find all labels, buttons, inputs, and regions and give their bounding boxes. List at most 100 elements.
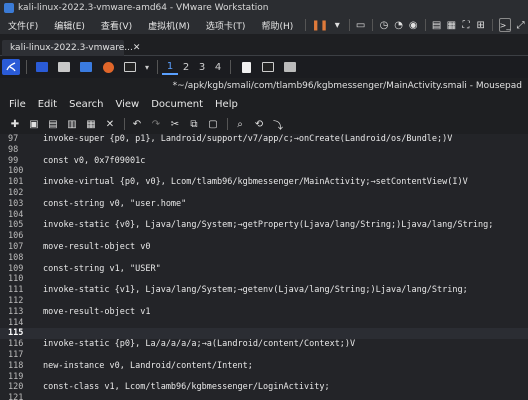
menu-help[interactable]: Help	[209, 99, 244, 110]
close-icon[interactable]: ✕	[133, 43, 141, 53]
menu-search[interactable]: Search	[63, 99, 109, 110]
code-line[interactable]: 104	[0, 210, 528, 221]
search-icon[interactable]: ⌕	[233, 117, 247, 131]
editor-text-area[interactable]: 97 invoke-super {p0, p1}, Landroid/suppor…	[0, 134, 528, 400]
workspace-1[interactable]: 1	[162, 59, 178, 75]
menu-edit[interactable]: 编辑(E)	[46, 19, 93, 32]
workspace-3[interactable]: 3	[194, 59, 210, 75]
line-number: 115	[8, 328, 24, 339]
dropdown-icon[interactable]: ▾	[332, 18, 343, 32]
paste-icon[interactable]: ▢	[206, 117, 220, 131]
menu-file[interactable]: File	[0, 99, 32, 110]
code-line[interactable]: 115	[0, 328, 528, 340]
redo-icon[interactable]: ↷	[149, 117, 163, 131]
code-line[interactable]: 106	[0, 231, 528, 242]
line-number: 118	[8, 360, 24, 371]
code-line[interactable]: 116 invoke-static {p0}, La/a/a/a/a;→a(Lan…	[0, 339, 528, 350]
code-line[interactable]: 107 move-result-object v0	[0, 242, 528, 253]
code-text: const v0, 0x7f09001c	[43, 155, 146, 166]
fullscreen-icon[interactable]: ⛶	[461, 18, 472, 32]
terminal-icon	[262, 62, 274, 72]
code-line[interactable]: 110	[0, 274, 528, 285]
pause-icon[interactable]: ❚❚	[312, 18, 329, 32]
menu-view[interactable]: View	[109, 99, 145, 110]
code-line[interactable]: 120 const-class v1, Lcom/tlamb96/kgbmesse…	[0, 382, 528, 393]
save-icon[interactable]: ▤	[46, 117, 60, 131]
open-icon[interactable]: ▣	[27, 117, 41, 131]
code-line[interactable]: 100	[0, 166, 528, 177]
snapshot-icon[interactable]: ◷	[379, 18, 390, 32]
workspace-2[interactable]: 2	[178, 59, 194, 75]
show-desktop-button[interactable]	[33, 59, 51, 75]
code-line[interactable]: 111 invoke-static {v1}, Ljava/lang/System…	[0, 285, 528, 296]
vm-tab-label: kali-linux-2022.3-vmware...	[10, 43, 133, 53]
code-line[interactable]: 105 invoke-static {v0}, Ljava/lang/System…	[0, 220, 528, 231]
cut-icon[interactable]: ✂	[168, 117, 182, 131]
code-line[interactable]: 99 const v0, 0x7f09001c	[0, 156, 528, 167]
vm-tab[interactable]: kali-linux-2022.3-vmware... ✕	[2, 40, 140, 56]
menu-document[interactable]: Document	[145, 99, 209, 110]
line-number: 103	[8, 198, 24, 209]
go-to-icon[interactable]: ⤵	[271, 117, 285, 132]
menu-view[interactable]: 查看(V)	[93, 19, 140, 32]
code-line[interactable]: 97 invoke-super {p0, p1}, Landroid/suppor…	[0, 134, 528, 145]
revert-snapshot-icon[interactable]: ◔	[393, 18, 404, 32]
library-icon[interactable]: ▤	[431, 18, 442, 32]
save-as-icon[interactable]: ▥	[65, 117, 79, 131]
code-line[interactable]: 113 move-result-object v1	[0, 307, 528, 318]
search-replace-icon[interactable]: ⟲	[252, 117, 266, 131]
toolbar-separator	[124, 118, 125, 130]
snapshot-manager-icon[interactable]: ◉	[408, 18, 419, 32]
reload-icon[interactable]: ▦	[84, 117, 98, 131]
editor-icon	[80, 62, 92, 72]
unity-icon[interactable]: ⊞	[475, 18, 486, 32]
code-line[interactable]: 98	[0, 145, 528, 156]
menu-edit[interactable]: Edit	[32, 99, 63, 110]
taskbar-terminal[interactable]	[259, 59, 277, 75]
menu-file[interactable]: 文件(F)	[0, 19, 46, 32]
code-line[interactable]: 118 new-instance v0, Landroid/content/Int…	[0, 361, 528, 372]
close-icon[interactable]: ✕	[103, 117, 117, 131]
code-text: invoke-virtual {p0, v0}, Lcom/tlamb96/kg…	[43, 177, 468, 188]
terminal-dropdown-icon[interactable]: ▾	[143, 59, 151, 75]
firefox-button[interactable]	[99, 59, 117, 75]
send-ctrl-alt-del-icon[interactable]: ▭	[355, 18, 366, 32]
text-editor-button[interactable]	[77, 59, 95, 75]
code-line[interactable]: 117	[0, 350, 528, 361]
taskbar-window[interactable]	[281, 59, 299, 75]
menu-vm[interactable]: 虚拟机(M)	[140, 19, 198, 32]
terminal-button[interactable]	[121, 59, 139, 75]
code-line[interactable]: 108	[0, 253, 528, 264]
code-line[interactable]: 114	[0, 318, 528, 329]
code-line[interactable]: 102	[0, 188, 528, 199]
menu-help[interactable]: 帮助(H)	[253, 19, 301, 32]
code-line[interactable]: 119	[0, 372, 528, 383]
code-text: invoke-static {v0}, Ljava/lang/System;→g…	[43, 220, 494, 231]
line-number: 104	[8, 209, 24, 220]
code-line[interactable]: 101 invoke-virtual {p0, v0}, Lcom/tlamb96…	[0, 177, 528, 188]
code-line[interactable]: 121	[0, 393, 528, 400]
code-line[interactable]: 103 const-string v0, "user.home"	[0, 199, 528, 210]
thumbnail-icon[interactable]: ▦	[446, 18, 457, 32]
undo-icon[interactable]: ↶	[130, 117, 144, 131]
console-view-icon[interactable]: >_	[498, 18, 512, 32]
code-line[interactable]: 109 const-string v1, "USER"	[0, 264, 528, 275]
file-manager-button[interactable]	[55, 59, 73, 75]
kali-menu-button[interactable]	[2, 59, 20, 75]
menu-tabs[interactable]: 选项卡(T)	[198, 19, 254, 32]
code-text: const-string v1, "USER"	[43, 263, 161, 274]
copy-icon[interactable]: ⧉	[187, 117, 201, 131]
stretch-icon[interactable]: ⤢	[515, 18, 526, 32]
vmware-tab-strip: kali-linux-2022.3-vmware... ✕	[0, 36, 528, 56]
code-line[interactable]: 112	[0, 296, 528, 307]
workspace-4[interactable]: 4	[210, 59, 226, 75]
code-text: invoke-super {p0, p1}, Landroid/support/…	[43, 134, 453, 144]
vmware-app-icon	[4, 3, 14, 13]
taskbar-mousepad[interactable]	[237, 59, 255, 75]
new-document-icon[interactable]: ✚	[8, 117, 22, 131]
